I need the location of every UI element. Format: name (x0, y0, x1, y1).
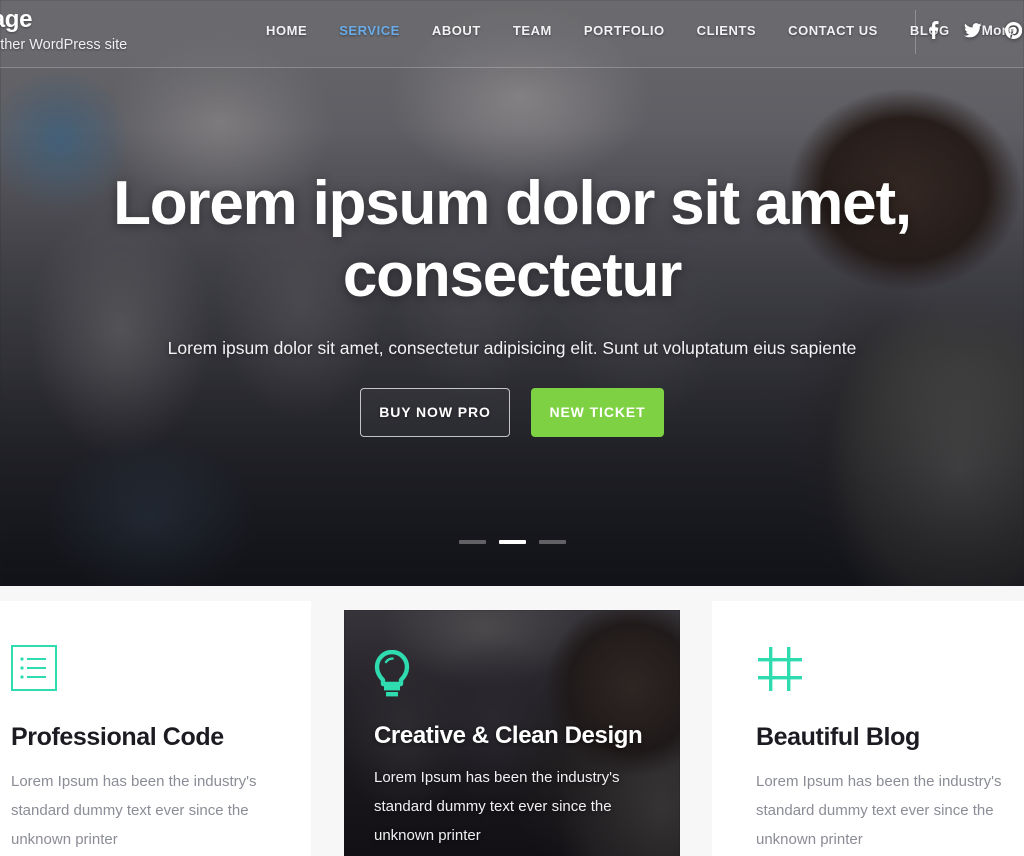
header-divider (915, 10, 916, 54)
hero-title-line-2: consectetur (342, 240, 682, 310)
feature-card-content: Beautiful Blog Lorem Ipsum has been the … (712, 645, 1024, 854)
feature-card-title: Creative & Clean Design (374, 722, 643, 749)
new-ticket-button[interactable]: NEW TICKET (531, 387, 664, 437)
feature-card-creative-clean-design[interactable]: Creative & Clean Design Lorem Ipsum has … (344, 610, 680, 856)
feature-card-content: Professional Code Lorem Ipsum has been t… (0, 645, 311, 854)
feature-card-title: Beautiful Blog (756, 723, 920, 751)
twitter-icon[interactable] (964, 20, 982, 40)
hero-button-group: BUY NOW PRO NEW TICKET (360, 387, 664, 437)
slider-dot-2[interactable] (498, 540, 526, 544)
header-bottom-rule (0, 67, 1024, 68)
facebook-icon[interactable] (924, 20, 942, 40)
hero-subtitle: Lorem ipsum dolor sit amet, consectetur … (167, 337, 857, 358)
nav-item-team[interactable]: TEAM (497, 23, 568, 38)
site-tagline: another WordPress site (0, 37, 128, 53)
feature-card-text: Lorem Ipsum has been the industry's stan… (11, 773, 257, 848)
social-links (924, 20, 1022, 40)
feature-card-title: Professional Code (11, 723, 224, 751)
lightbulb-icon (374, 650, 680, 700)
main-navigation: HOME SERVICE ABOUT TEAM PORTFOLIO CLIENT… (250, 23, 1024, 38)
feature-card-content: Creative & Clean Design Lorem Ipsum has … (344, 650, 680, 850)
nav-item-portfolio[interactable]: PORTFOLIO (568, 23, 681, 38)
site-title: Page (0, 6, 33, 33)
nav-item-service[interactable]: SERVICE (323, 23, 416, 38)
site-header: Page another WordPress site HOME SERVICE… (0, 0, 1024, 68)
hero-title: Lorem ipsum dolor sit amet, consectetur (62, 168, 962, 312)
slider-pagination (0, 540, 1024, 544)
nav-item-about[interactable]: ABOUT (416, 23, 497, 38)
buy-now-pro-button[interactable]: BUY NOW PRO (360, 387, 510, 437)
page-root: Page another WordPress site HOME SERVICE… (0, 0, 1024, 856)
hero-title-line-1: Lorem ipsum dolor sit amet, (113, 169, 912, 238)
list-icon (11, 645, 311, 695)
nav-item-clients[interactable]: CLIENTS (681, 23, 772, 38)
nav-item-contact-us[interactable]: CONTACT US (772, 23, 894, 38)
hash-icon (756, 645, 1024, 695)
pinterest-icon[interactable] (1004, 20, 1022, 40)
feature-card-text: Lorem Ipsum has been the industry's stan… (374, 769, 620, 844)
hero-content: Lorem ipsum dolor sit amet, consectetur … (0, 0, 1024, 586)
feature-card-text: Lorem Ipsum has been the industry's stan… (756, 773, 1002, 848)
slider-dot-3[interactable] (538, 540, 566, 544)
site-branding[interactable]: Page another WordPress site (0, 6, 127, 53)
feature-card-professional-code[interactable]: Professional Code Lorem Ipsum has been t… (0, 601, 311, 856)
slider-dot-1[interactable] (458, 540, 486, 544)
feature-card-beautiful-blog[interactable]: Beautiful Blog Lorem Ipsum has been the … (712, 601, 1024, 856)
nav-item-home[interactable]: HOME (250, 23, 323, 38)
features-section: Professional Code Lorem Ipsum has been t… (0, 586, 1024, 856)
